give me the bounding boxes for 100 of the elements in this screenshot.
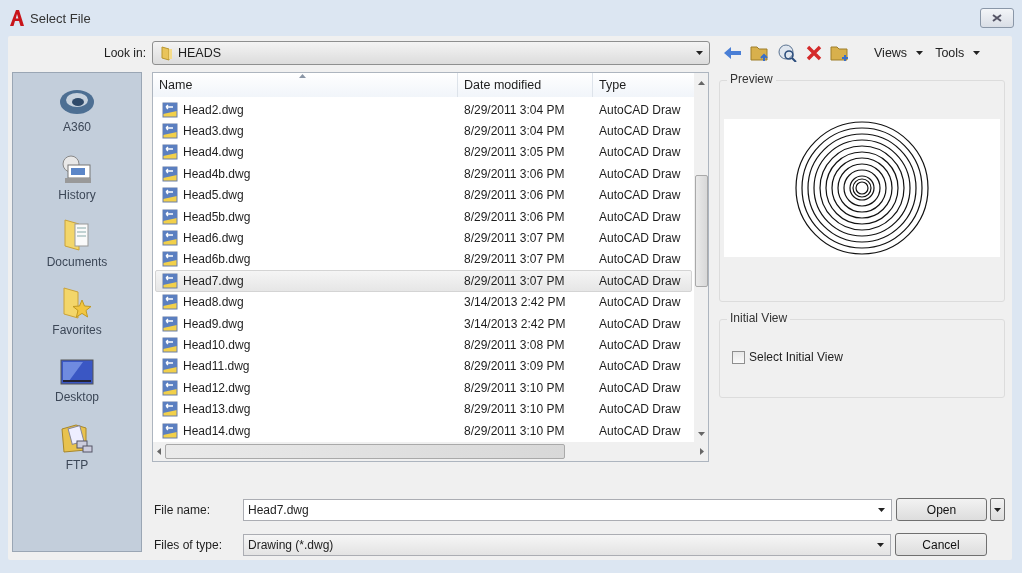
file-row[interactable]: Head8.dwg 3/14/2013 2:42 PM AutoCAD Draw [155,291,692,313]
file-row[interactable]: Head3.dwg 8/29/2011 3:04 PM AutoCAD Draw [155,120,692,142]
close-button[interactable] [980,8,1014,28]
date-cell: 8/29/2011 3:06 PM [464,209,565,224]
close-icon [992,14,1002,22]
places-item[interactable]: History [58,187,96,202]
places-item[interactable]: Documents [46,255,108,269]
back-arrow-icon[interactable] [724,46,742,60]
type-cell: AutoCAD Draw [599,102,681,117]
file-row[interactable]: Head5b.dwg 8/29/2011 3:06 PM AutoCAD Draw [155,205,692,228]
file-name: Head2.dwg [183,102,244,117]
file-row[interactable]: Head4b.dwg 8/29/2011 3:06 PM AutoCAD Draw [155,163,692,185]
cancel-button[interactable]: Cancel [895,533,987,556]
new-folder-icon[interactable] [830,44,850,62]
date-cell: 8/29/2011 3:08 PM [464,338,565,352]
tools-menu[interactable]: Tools [933,46,983,60]
look-in-label: Look in: [102,46,147,60]
type-cell: AutoCAD Draw [599,209,681,224]
drawing-file-icon [162,422,178,439]
column-header[interactable]: Name [153,73,458,97]
file-row[interactable]: Head14.dwg 8/29/2011 3:10 PM AutoCAD Draw [155,419,692,442]
file-row[interactable]: Head7.dwg 8/29/2011 3:07 PM AutoCAD Draw [155,270,692,292]
drawing-file-icon [162,272,178,289]
scroll-left-icon[interactable] [157,448,161,455]
checkbox[interactable] [732,350,745,364]
file-row[interactable]: Head6.dwg 8/29/2011 3:07 PM AutoCAD Draw [155,227,692,249]
drawing-file-icon [162,401,178,418]
type-cell: AutoCAD Draw [599,252,681,267]
folder-icon [161,45,173,61]
file-name-field[interactable]: Head7.dwg [243,498,892,521]
type-cell: AutoCAD Draw [599,380,681,395]
places-item[interactable]: FTP [65,457,89,472]
file-name-label: File name: [153,502,212,517]
vertical-scrollbar[interactable] [694,73,708,442]
date-cell: 3/14/2013 2:42 PM [464,295,566,310]
type-cell: AutoCAD Draw [599,145,681,160]
date-cell: 8/29/2011 3:10 PM [464,380,565,395]
file-name: Head6b.dwg [183,252,251,267]
search-icon[interactable] [778,44,798,62]
column-header[interactable]: Date modified [458,73,593,97]
date-cell: 8/29/2011 3:06 PM [464,188,565,203]
date-cell: 8/29/2011 3:07 PM [464,231,565,246]
file-row[interactable]: Head12.dwg 8/29/2011 3:10 PM AutoCAD Draw [155,377,692,399]
column-header[interactable]: Type [593,73,690,97]
type-cell: AutoCAD Draw [599,423,681,438]
type-cell: AutoCAD Draw [599,316,681,331]
type-cell: AutoCAD Draw [599,359,681,374]
drawing-file-icon [162,101,178,118]
scroll-right-icon[interactable] [700,448,704,455]
file-name: Head8.dwg [183,295,244,310]
dropdown-arrow-icon [973,51,981,55]
folder-up-icon[interactable] [750,44,770,62]
file-name: Head13.dwg [183,402,251,417]
file-name: Head4.dwg [183,145,244,160]
file-row[interactable]: Head2.dwg 8/29/2011 3:04 PM AutoCAD Draw [155,99,692,121]
window-title: Select File [30,10,92,26]
file-name: Head4b.dwg [183,166,251,181]
scroll-down-icon[interactable] [697,432,705,436]
file-row[interactable]: Head9.dwg 3/14/2013 2:42 PM AutoCAD Draw [155,312,692,335]
file-name: Head5b.dwg [183,209,251,224]
file-type-dropdown[interactable]: Drawing (*.dwg) [243,533,891,556]
delete-icon[interactable] [806,45,822,61]
look-in-dropdown[interactable]: HEADS [152,41,710,65]
drawing-file-icon [162,379,178,396]
drawing-file-icon [162,123,178,140]
file-name: Head9.dwg [183,316,244,331]
file-row[interactable]: Head11.dwg 8/29/2011 3:09 PM AutoCAD Draw [155,355,692,378]
places-item[interactable]: Favorites [52,322,102,337]
open-button[interactable]: Open [896,498,987,521]
file-row[interactable]: Head4.dwg 8/29/2011 3:05 PM AutoCAD Draw [155,141,692,164]
dropdown-arrow-icon [916,51,924,55]
file-row[interactable]: Head6b.dwg 8/29/2011 3:07 PM AutoCAD Draw [155,248,692,271]
drawing-file-icon [162,251,178,268]
file-row[interactable]: Head13.dwg 8/29/2011 3:10 PM AutoCAD Draw [155,398,692,420]
file-name: Head12.dwg [183,380,251,395]
places-item[interactable]: Desktop [55,390,99,404]
dropdown-arrow-icon [878,507,885,512]
drawing-file-icon [162,294,178,311]
date-cell: 8/29/2011 3:10 PM [464,402,565,417]
drawing-file-icon [162,187,178,204]
drawing-file-icon [162,230,178,247]
horizontal-scrollbar[interactable] [153,442,708,461]
date-cell: 8/29/2011 3:06 PM [464,166,565,181]
date-cell: 8/29/2011 3:07 PM [464,252,565,267]
date-cell: 8/29/2011 3:09 PM [464,359,565,374]
file-row[interactable]: Head10.dwg 8/29/2011 3:08 PM AutoCAD Draw [155,334,692,356]
scroll-up-icon[interactable] [697,81,705,85]
date-cell: 8/29/2011 3:10 PM [464,423,565,438]
date-cell: 8/29/2011 3:05 PM [464,145,565,160]
date-cell: 8/29/2011 3:04 PM [464,102,565,117]
desktop-screen-icon [60,359,94,387]
computer-clock-icon [60,154,94,185]
open-options-button[interactable] [990,498,1005,521]
dropdown-arrow-icon [994,507,1001,512]
file-row[interactable]: Head5.dwg 8/29/2011 3:06 PM AutoCAD Draw [155,184,692,206]
type-cell: AutoCAD Draw [599,231,681,246]
views-menu[interactable]: Views [872,46,926,60]
places-item[interactable]: A360 [63,120,91,134]
type-cell: AutoCAD Draw [599,295,681,310]
type-cell: AutoCAD Draw [599,402,681,417]
